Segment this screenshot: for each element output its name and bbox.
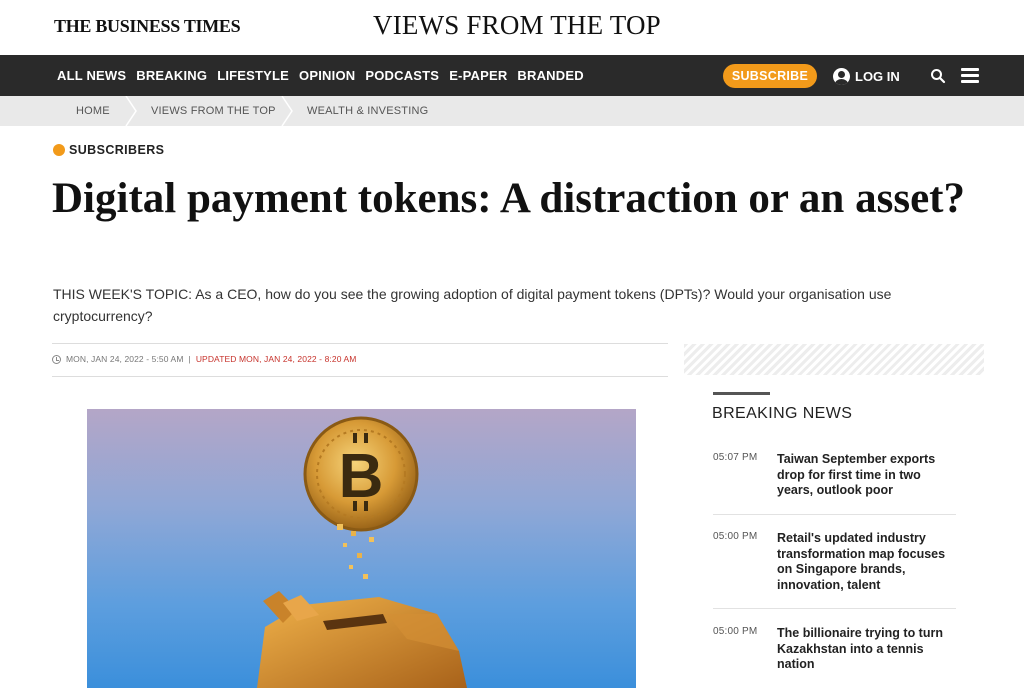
nav-item-breaking[interactable]: BREAKING — [136, 68, 207, 83]
subscribers-badge: SUBSCRIBERS — [53, 143, 164, 157]
news-headline-link[interactable]: The billionaire trying to turn Kazakhsta… — [777, 626, 957, 673]
subscribe-button[interactable]: SUBSCRIBE — [723, 64, 817, 88]
subscriber-dot-icon — [53, 144, 65, 156]
user-icon — [833, 67, 850, 85]
published-date: MON, JAN 24, 2022 - 5:50 AM — [66, 354, 184, 364]
news-time: 05:07 PM — [713, 452, 758, 463]
svg-text:B: B — [339, 442, 384, 511]
nav-item-all-news[interactable]: ALL NEWS — [57, 68, 126, 83]
article-topic: THIS WEEK'S TOPIC: As a CEO, how do you … — [53, 286, 892, 324]
news-headline-link[interactable]: Taiwan September exports drop for first … — [777, 452, 957, 499]
article-meta: MON, JAN 24, 2022 - 5:50 AM | UPDATED MO… — [52, 354, 356, 364]
breadcrumb-views-from-the-top[interactable]: VIEWS FROM THE TOP — [151, 96, 276, 126]
nav-items: ALL NEWS BREAKING LIFESTYLE OPINION PODC… — [57, 55, 584, 96]
login-button[interactable]: LOG IN — [833, 66, 900, 86]
meta-separator: | — [188, 354, 191, 364]
breadcrumb-chevron-icon — [281, 96, 293, 126]
login-label: LOG IN — [855, 68, 900, 84]
nav-item-e-paper[interactable]: E-PAPER — [449, 68, 507, 83]
divider — [52, 376, 668, 377]
hamburger-menu-icon[interactable] — [961, 68, 979, 83]
clock-icon — [52, 354, 61, 364]
site-logo[interactable]: THE BUSINESS TIMES — [54, 16, 241, 37]
breaking-news-rule — [713, 392, 770, 395]
news-time: 05:00 PM — [713, 531, 758, 542]
news-headline-link[interactable]: Retail's updated industry transformation… — [777, 531, 957, 593]
badge-label: SUBSCRIBERS — [69, 143, 165, 157]
divider — [713, 514, 956, 515]
sidebar-ad-placeholder — [684, 344, 984, 375]
breadcrumb-chevron-icon — [125, 96, 137, 126]
divider — [713, 608, 956, 609]
news-time: 05:00 PM — [713, 626, 758, 637]
nav-item-opinion[interactable]: OPINION — [299, 68, 355, 83]
updated-date: UPDATED MON, JAN 24, 2022 - 8:20 AM — [195, 354, 357, 364]
breadcrumb-home[interactable]: HOME — [76, 96, 110, 126]
section-title[interactable]: VIEWS FROM THE TOP — [373, 10, 661, 41]
breadcrumb-wealth-investing[interactable]: WEALTH & INVESTING — [307, 96, 428, 126]
nav-item-podcasts[interactable]: PODCASTS — [365, 68, 439, 83]
breadcrumb: HOME VIEWS FROM THE TOP WEALTH & INVESTI… — [0, 96, 1024, 126]
search-icon[interactable] — [930, 68, 946, 84]
nav-item-lifestyle[interactable]: LIFESTYLE — [217, 68, 289, 83]
breaking-news-title: BREAKING NEWS — [712, 405, 853, 422]
top-header: THE BUSINESS TIMES VIEWS FROM THE TOP — [0, 0, 1024, 55]
nav-item-branded[interactable]: BRANDED — [517, 68, 583, 83]
article-hero-image: B — [87, 409, 636, 688]
divider — [52, 343, 668, 344]
article-headline: Digital payment tokens: A distraction or… — [52, 175, 965, 222]
bitcoin-piggy-bank-illustration: B — [257, 416, 467, 688]
